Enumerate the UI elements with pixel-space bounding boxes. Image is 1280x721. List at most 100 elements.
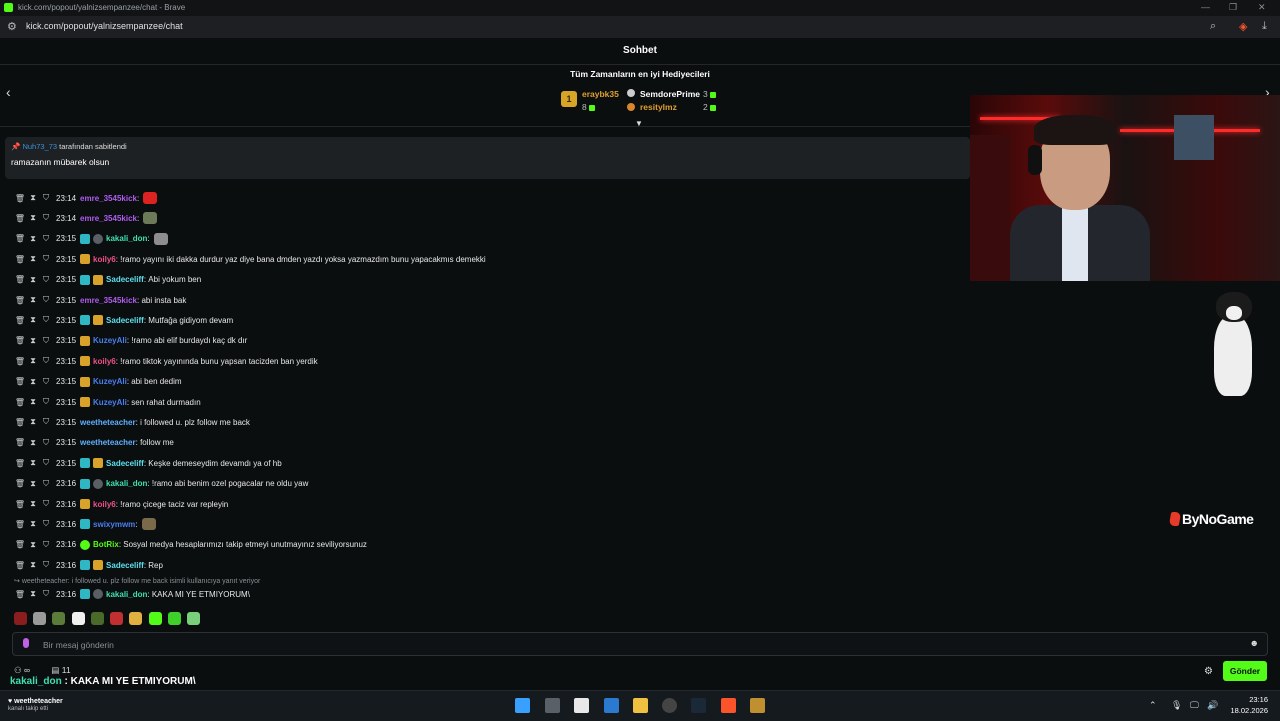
message-user[interactable]: Sadeceliff	[106, 316, 144, 325]
chat-message[interactable]: 🗑 ⧗ ⛉ 23:15 Sadeceliff: Abi yokum ben	[14, 273, 201, 287]
emote-icon[interactable]	[71, 612, 85, 625]
shield-icon[interactable]: ⛉	[40, 560, 52, 570]
trash-icon[interactable]: 🗑	[14, 479, 26, 488]
message-user[interactable]: BotRix	[93, 540, 119, 549]
trash-icon[interactable]: 🗑	[14, 540, 26, 549]
shield-icon[interactable]: ⛉	[40, 336, 52, 346]
shield-icon[interactable]: ⛉	[40, 479, 52, 489]
message-input[interactable]	[41, 635, 1235, 654]
shield-icon[interactable]: ⛉	[40, 275, 52, 285]
timeout-icon[interactable]: ⧗	[27, 275, 39, 285]
task-view-icon[interactable]	[545, 698, 560, 713]
maximize-icon[interactable]: ❐	[1229, 2, 1237, 13]
shield-icon[interactable]: ⛉	[40, 193, 52, 203]
timeout-icon[interactable]: ⧗	[27, 589, 39, 599]
chat-message[interactable]: 🗑 ⧗ ⛉ 23:15 Sadeceliff: Keşke demeseydim dev…	[14, 456, 282, 470]
trash-icon[interactable]: 🗑	[14, 234, 26, 243]
emote-icon[interactable]	[33, 612, 47, 625]
message-user[interactable]: emre_3545kick	[80, 214, 137, 223]
trash-icon[interactable]: 🗑	[14, 316, 26, 325]
emoji-icon[interactable]: ☻	[1250, 638, 1259, 648]
timeout-icon[interactable]: ⧗	[27, 417, 39, 427]
message-user[interactable]: KuzeyAli	[93, 377, 127, 386]
chat-message[interactable]: 🗑 ⧗ ⛉ 23:15 weetheteacher: follow me	[14, 436, 174, 450]
timeout-icon[interactable]: ⧗	[27, 560, 39, 570]
emote-icon[interactable]	[129, 612, 143, 625]
message-user[interactable]: koily6	[93, 357, 116, 366]
timeout-icon[interactable]: ⧗	[27, 254, 39, 264]
chat-message[interactable]: 🗑 ⧗ ⛉ 23:16 BotRix: Sosyal medya hesaplarımı…	[14, 538, 367, 552]
shield-icon[interactable]: ⛉	[40, 540, 52, 550]
message-user[interactable]: Sadeceliff	[106, 459, 144, 468]
chat-message[interactable]: 🗑 ⧗ ⛉ 23:15 KuzeyAli: sen rahat durmadın	[14, 395, 201, 409]
shield-icon[interactable]: ⛉	[40, 234, 52, 244]
trash-icon[interactable]: 🗑	[14, 194, 26, 203]
shield-icon[interactable]: ⛉	[40, 499, 52, 509]
message-user[interactable]: swixymwm	[93, 520, 135, 529]
pinned-message[interactable]: 📌 Nuh73_73 tarafından sabitlendi ramazan…	[5, 137, 970, 179]
message-user[interactable]: kakali_don	[106, 234, 147, 243]
timeout-icon[interactable]: ⧗	[27, 315, 39, 325]
app-icon[interactable]	[574, 698, 589, 713]
trash-icon[interactable]: 🗑	[14, 398, 26, 407]
gifter-name[interactable]: SemdorePrime	[640, 89, 700, 99]
send-button[interactable]: Gönder	[1223, 661, 1267, 681]
shield-icon[interactable]: ⛉	[40, 417, 52, 427]
obs-icon[interactable]	[662, 698, 677, 713]
shield-icon[interactable]: ⛉	[40, 458, 52, 468]
trash-icon[interactable]: 🗑	[14, 590, 26, 599]
message-user[interactable]: emre_3545kick	[80, 296, 137, 305]
shield-icon[interactable]: ⛉	[40, 295, 52, 305]
address-bar[interactable]: ⚙ kick.com/popout/yalnizsempanzee/chat ⌕…	[0, 16, 1280, 38]
trash-icon[interactable]: 🗑	[14, 377, 26, 386]
pinned-by-user[interactable]: Nuh73_73	[22, 142, 57, 151]
trash-icon[interactable]: 🗑	[14, 459, 26, 468]
minimize-icon[interactable]: —	[1201, 2, 1210, 12]
message-user[interactable]: koily6	[93, 500, 116, 509]
timeout-icon[interactable]: ⧗	[27, 397, 39, 407]
message-user[interactable]: weetheteacher	[80, 438, 136, 447]
trash-icon[interactable]: 🗑	[14, 296, 26, 305]
message-user[interactable]: emre_3545kick	[80, 194, 137, 203]
chat-message[interactable]: 🗑 ⧗ ⛉ 23:14 emre_3545kick:	[14, 191, 158, 205]
steam-icon[interactable]	[691, 698, 706, 713]
timeout-icon[interactable]: ⧗	[27, 540, 39, 550]
emote-icon[interactable]	[148, 612, 162, 625]
timeout-icon[interactable]: ⧗	[27, 213, 39, 223]
timeout-icon[interactable]: ⧗	[27, 458, 39, 468]
message-user[interactable]: kakali_don	[106, 479, 147, 488]
timeout-icon[interactable]: ⧗	[27, 234, 39, 244]
message-user[interactable]: weetheteacher	[80, 418, 136, 427]
system-clock[interactable]: 23:16 18.02.2026	[1230, 694, 1268, 716]
message-user[interactable]: koily6	[93, 255, 116, 264]
brave-shield-icon[interactable]: ◈	[1239, 20, 1247, 33]
microphone-icon[interactable]: 🎙	[1171, 700, 1182, 711]
photos-icon[interactable]	[604, 698, 619, 713]
gifter-name[interactable]: resitylmz	[640, 102, 677, 112]
trash-icon[interactable]: 🗑	[14, 438, 26, 447]
trash-icon[interactable]: 🗑	[14, 500, 26, 509]
settings-gear-icon[interactable]: ⚙	[1204, 666, 1213, 677]
top-gifter-name[interactable]: eraybk35	[582, 89, 619, 99]
message-user[interactable]: KuzeyAli	[93, 336, 127, 345]
chat-message[interactable]: 🗑 ⧗ ⛉ 23:15 koily6: !ramo tiktok yayınında b…	[14, 354, 318, 368]
volume-icon[interactable]: 🔊	[1207, 700, 1218, 711]
url-text[interactable]: kick.com/popout/yalnizsempanzee/chat	[26, 21, 183, 31]
chat-message[interactable]: 🗑 ⧗ ⛉ 23:16 swixymwm:	[14, 517, 156, 531]
download-icon[interactable]: ⤓	[1262, 20, 1267, 33]
message-user[interactable]: kakali_don	[106, 590, 147, 599]
trash-icon[interactable]: 🗑	[14, 357, 26, 366]
trash-icon[interactable]: 🗑	[14, 336, 26, 345]
trash-icon[interactable]: 🗑	[14, 275, 26, 284]
emote-icon[interactable]	[167, 612, 181, 625]
timeout-icon[interactable]: ⧗	[27, 193, 39, 203]
chevron-up-icon[interactable]: ⌃	[1149, 700, 1157, 711]
trash-icon[interactable]: 🗑	[14, 561, 26, 570]
emote-icon[interactable]	[187, 612, 201, 625]
timeout-icon[interactable]: ⧗	[27, 356, 39, 366]
message-user[interactable]: Sadeceliff	[106, 275, 144, 284]
chat-message[interactable]: 🗑 ⧗ ⛉ 23:16 koily6: !ramo çicege taciz var r…	[14, 497, 228, 511]
emote-icon[interactable]	[14, 612, 27, 625]
emote-icon[interactable]	[52, 612, 66, 625]
timeout-icon[interactable]: ⧗	[27, 519, 39, 529]
